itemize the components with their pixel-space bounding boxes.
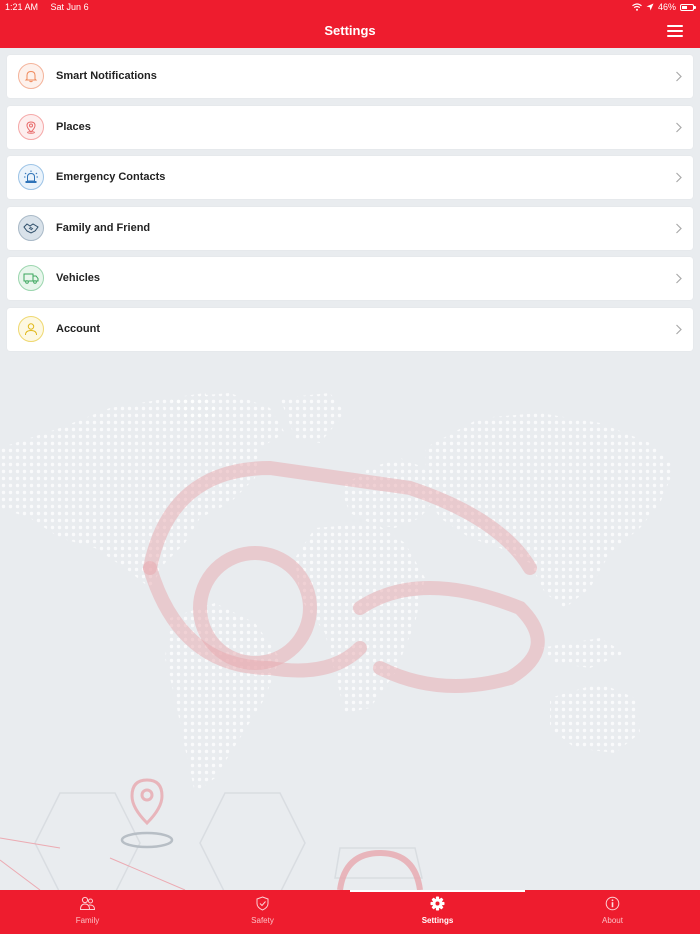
bell-icon [24, 70, 38, 83]
status-bar: 1:21 AM Sat Jun 6 46% [0, 0, 700, 14]
settings-content: Smart Notifications Places Emergency Con… [0, 48, 700, 890]
tab-safety[interactable]: Safety [175, 890, 350, 934]
menu-item-label: Account [56, 322, 100, 335]
chevron-right-icon [676, 324, 682, 335]
location-pin-icon [26, 121, 36, 134]
battery-percent: 46% [657, 2, 676, 12]
icon-circle [18, 315, 44, 342]
page-title: Settings [324, 23, 376, 38]
menu-item-label: Smart Notifications [56, 70, 157, 82]
pin-watermark [0, 778, 186, 890]
icon-circle [18, 63, 44, 89]
menu-item-places[interactable]: Places [7, 105, 693, 149]
tab-label: Family [75, 916, 100, 925]
status-date: Sat Jun 6 [50, 2, 89, 12]
menu-item-smart-notifications[interactable]: Smart Notifications [7, 55, 693, 98]
icon-circle [18, 214, 44, 241]
tab-bar: Family Safety Settings About [0, 890, 700, 934]
menu-item-family-and-friend[interactable]: Family and Friend [7, 206, 693, 250]
tab-about[interactable]: About [525, 890, 700, 934]
header: Settings [0, 14, 700, 48]
chevron-right-icon [676, 273, 682, 284]
wifi-icon [632, 3, 642, 11]
tab-label: Safety [251, 916, 274, 925]
icon-circle [18, 164, 44, 191]
hamburger-menu-icon[interactable] [667, 25, 683, 37]
icon-circle [18, 113, 44, 140]
menu-item-label: Emergency Contacts [56, 171, 166, 184]
icon-circle [18, 265, 44, 292]
menu-item-vehicles[interactable]: Vehicles [7, 257, 693, 301]
siren-icon [24, 170, 38, 184]
battery-icon [680, 3, 696, 11]
menu-item-label: Places [56, 120, 91, 133]
shield-icon [256, 896, 269, 911]
user-icon [25, 323, 37, 336]
gear-icon [430, 896, 445, 911]
menu-item-label: Family and Friend [56, 221, 151, 234]
info-icon [605, 896, 620, 911]
chevron-right-icon [676, 223, 682, 234]
tab-label: Settings [421, 916, 454, 925]
status-time: 1:21 AM [5, 2, 39, 12]
tab-family[interactable]: Family [0, 890, 175, 934]
location-arrow-icon [646, 3, 654, 11]
chevron-right-icon [676, 172, 682, 183]
tab-settings[interactable]: Settings [350, 890, 525, 934]
menu-item-label: Vehicles [56, 272, 101, 285]
truck-icon [23, 273, 39, 285]
chevron-right-icon [676, 122, 682, 133]
menu-item-account[interactable]: Account [7, 307, 693, 351]
family-icon [79, 896, 96, 910]
handshake-icon [23, 223, 39, 234]
tab-label: About [602, 916, 623, 925]
chevron-right-icon [676, 71, 682, 82]
settings-menu-list: Smart Notifications Places Emergency Con… [7, 55, 693, 359]
menu-item-emergency-contacts[interactable]: Emergency Contacts [7, 156, 693, 200]
